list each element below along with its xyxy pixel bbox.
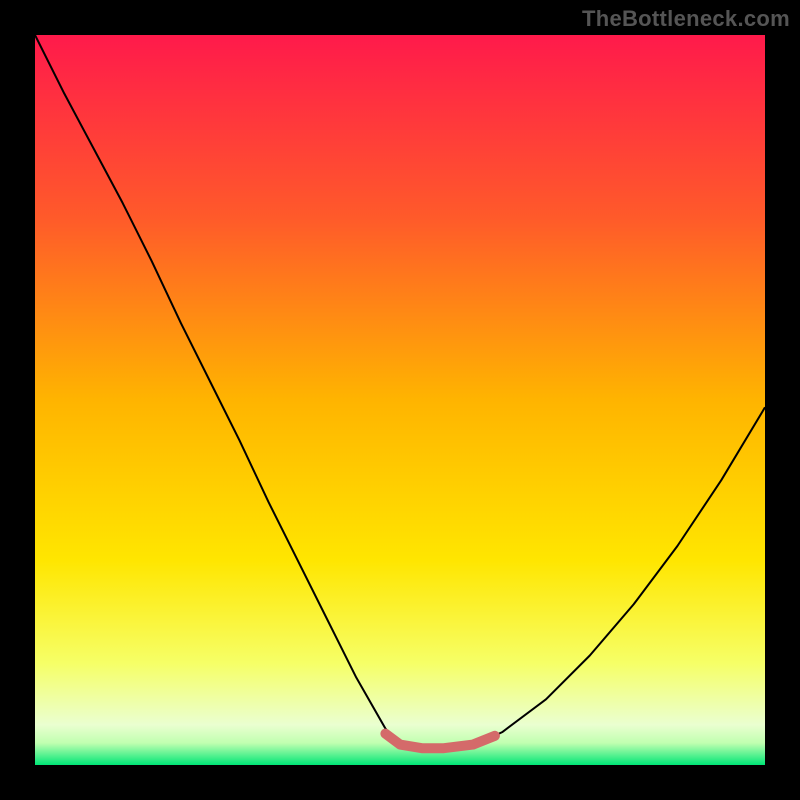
plot-area xyxy=(35,35,765,765)
chart-svg xyxy=(35,35,765,765)
chart-frame: TheBottleneck.com xyxy=(0,0,800,800)
watermark-text: TheBottleneck.com xyxy=(582,6,790,32)
gradient-background xyxy=(35,35,765,765)
